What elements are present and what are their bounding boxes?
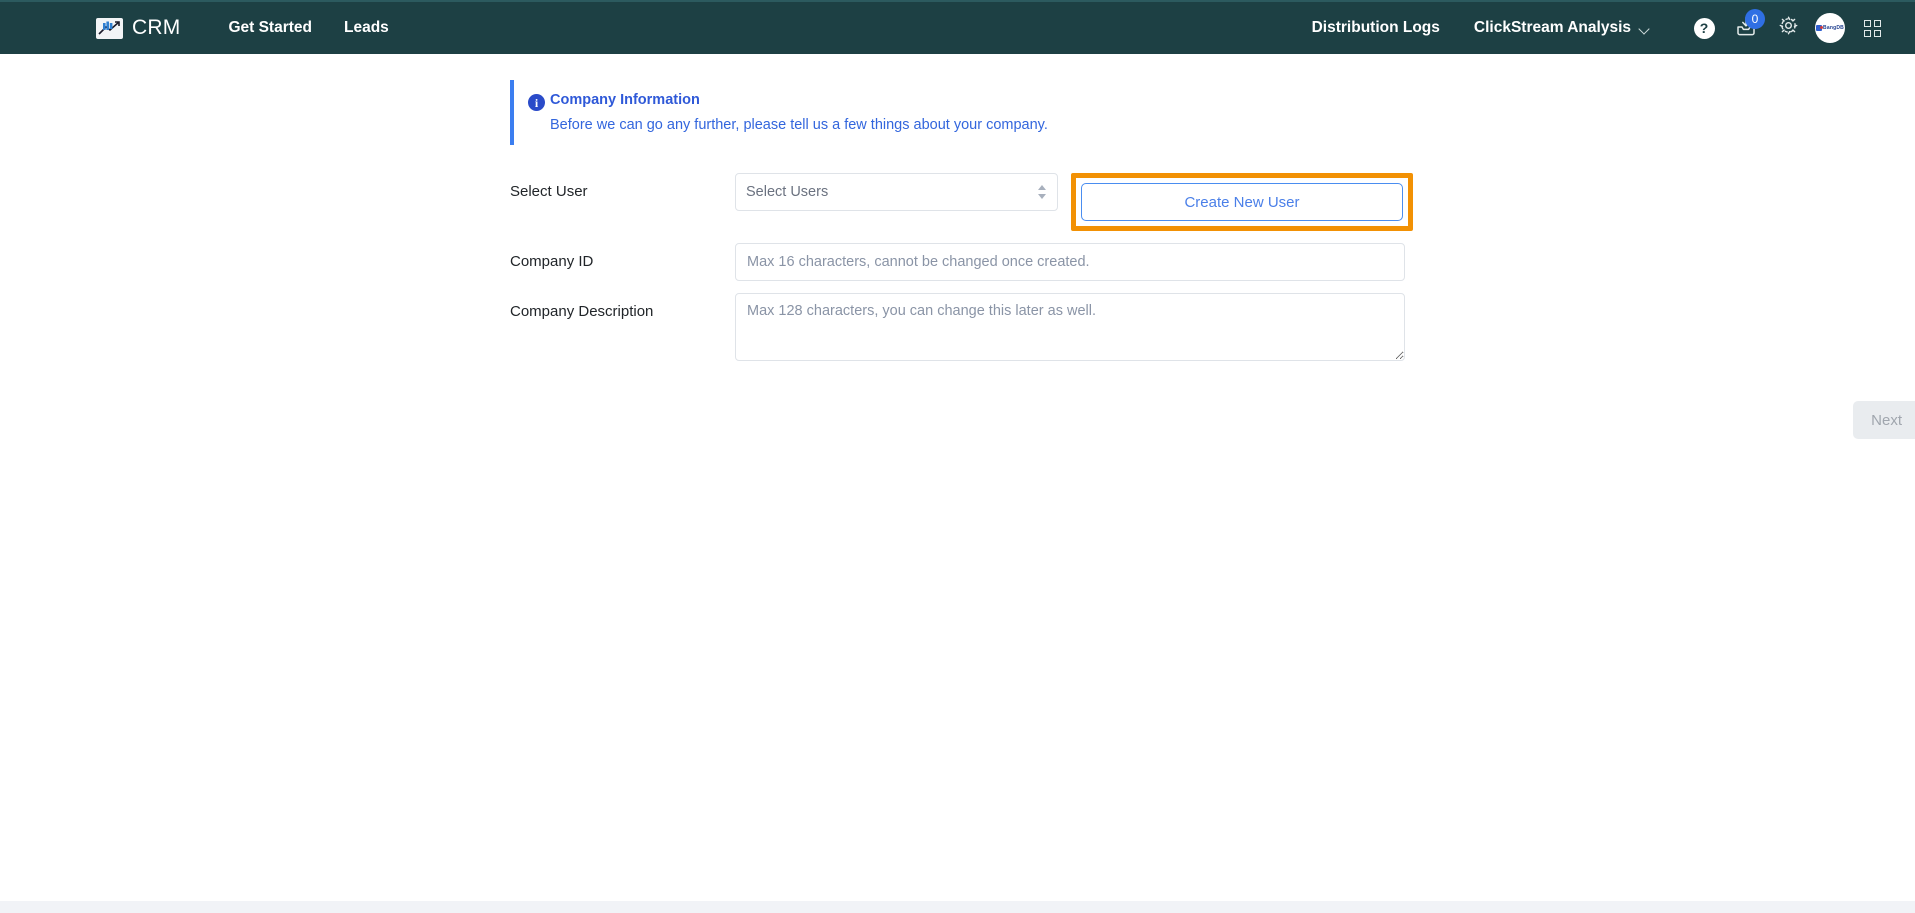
form-row-company-description: Company Description <box>510 293 1410 361</box>
form-container: i Company Information Before we can go a… <box>510 80 1915 439</box>
chevron-down-icon <box>1640 25 1651 32</box>
company-id-field-area <box>735 243 1410 281</box>
inbox-button[interactable]: 0 <box>1725 7 1767 49</box>
next-button[interactable]: Next <box>1853 401 1915 439</box>
form-actions: Next <box>510 401 1915 439</box>
page-body: i Company Information Before we can go a… <box>0 54 1915 439</box>
company-description-textarea[interactable] <box>735 293 1405 361</box>
secondary-nav: Distribution Logs ClickStream Analysis ?… <box>1312 7 1893 49</box>
chart-arrow-logo-icon <box>96 17 123 39</box>
nav-link-get-started[interactable]: Get Started <box>228 19 312 37</box>
alert-body: Company Information Before we can go any… <box>550 92 1048 133</box>
select-user-wrapper: Select Users <box>735 173 1058 211</box>
avatar-logo-dot-icon <box>1816 25 1824 31</box>
gear-icon <box>1778 15 1799 41</box>
nav-link-leads[interactable]: Leads <box>344 19 389 37</box>
settings-button[interactable] <box>1767 7 1809 49</box>
avatar-label: BangDB <box>1823 25 1844 31</box>
page-footer-band <box>0 901 1915 913</box>
select-user-field-area: Select Users Create New User <box>735 173 1413 231</box>
help-button[interactable]: ? <box>1683 7 1725 49</box>
info-icon: i <box>528 94 545 111</box>
top-navbar: CRM Get Started Leads Distribution Logs … <box>0 0 1915 54</box>
company-id-label: Company ID <box>510 253 594 270</box>
alert-row: i Company Information Before we can go a… <box>528 92 1410 133</box>
form-row-company-id: Company ID <box>510 243 1410 281</box>
brand-home-link[interactable]: CRM <box>96 16 180 40</box>
nav-link-distribution-logs[interactable]: Distribution Logs <box>1312 19 1440 37</box>
apps-button[interactable] <box>1851 7 1893 49</box>
select-user-dropdown[interactable]: Select Users <box>735 173 1058 211</box>
company-description-label: Company Description <box>510 303 654 320</box>
avatar: BangDB <box>1815 13 1845 43</box>
company-description-field-area <box>735 293 1410 361</box>
brand-name: CRM <box>132 16 181 39</box>
nav-dropdown-label: ClickStream Analysis <box>1473 19 1631 36</box>
avatar-brand-mark: BangDB <box>1816 25 1844 31</box>
apps-grid-icon <box>1863 19 1881 37</box>
company-id-input[interactable] <box>735 243 1405 281</box>
inbox-badge-count: 0 <box>1745 9 1765 29</box>
select-user-label: Select User <box>510 183 588 200</box>
alert-title: Company Information <box>550 92 700 108</box>
alert-description: Before we can go any further, please tel… <box>550 117 1048 133</box>
create-new-user-button[interactable]: Create New User <box>1081 183 1403 221</box>
form-row-select-user: Select User Select Users Create New User <box>510 173 1413 231</box>
user-avatar-button[interactable]: BangDB <box>1809 7 1851 49</box>
company-information-alert: i Company Information Before we can go a… <box>510 80 1410 145</box>
nav-dropdown-clickstream-analysis[interactable]: ClickStream Analysis <box>1474 19 1651 37</box>
help-icon: ? <box>1693 17 1715 39</box>
primary-nav: Get Started Leads <box>228 19 388 37</box>
create-new-user-highlight: Create New User <box>1071 173 1413 231</box>
